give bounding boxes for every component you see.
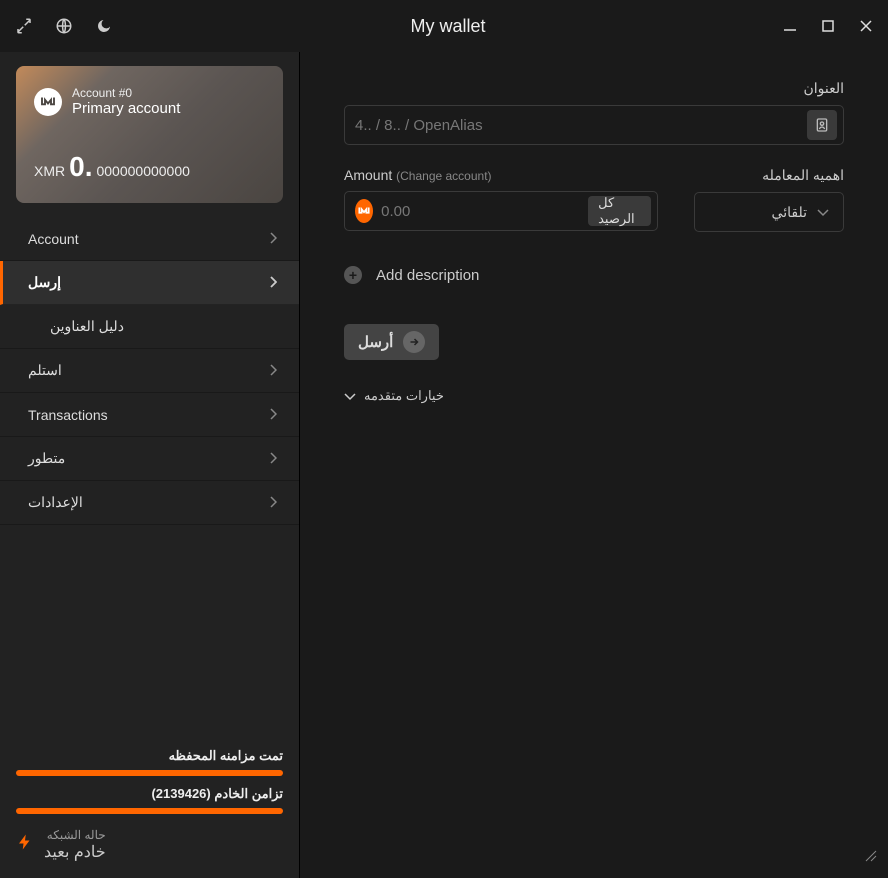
globe-icon[interactable]: [54, 16, 74, 36]
nav-send[interactable]: إرسل: [0, 261, 299, 305]
resize-grip-icon[interactable]: [864, 849, 878, 868]
lightning-icon: [16, 830, 34, 860]
sidebar-nav: Account إرسل دليل العناوين استلم: [0, 217, 299, 525]
network-value: خادم بعيد: [44, 842, 106, 862]
daemon-sync-label: تزامن الخادم (2139426): [16, 786, 283, 802]
account-subtitle: Account #0: [72, 86, 180, 100]
nav-receive[interactable]: استلم: [0, 349, 299, 393]
chevron-right-icon: [269, 495, 277, 511]
monero-logo-icon: [34, 88, 62, 116]
nav-label: إرسل: [28, 274, 61, 291]
priority-value: تلقائي: [772, 204, 807, 221]
balance-integer: 0.: [69, 151, 92, 183]
send-button-label: أرسل: [358, 333, 393, 351]
nav-settings[interactable]: الإعدادات: [0, 481, 299, 525]
chevron-right-icon: [269, 231, 277, 247]
titlebar: My wallet: [0, 0, 888, 52]
account-title: Primary account: [72, 100, 180, 117]
address-input[interactable]: [355, 117, 799, 134]
main-panel: العنوان Amount (Change account): [300, 52, 888, 878]
window-title: My wallet: [114, 16, 782, 37]
advanced-options-label: خيارات متقدمه: [364, 388, 444, 404]
plus-circle-icon: +: [344, 266, 362, 284]
balance-decimals: 000000000000: [96, 163, 189, 179]
nav-advanced[interactable]: متطور: [0, 437, 299, 481]
monero-icon: [355, 199, 373, 223]
send-button[interactable]: أرسل: [344, 324, 439, 360]
add-description-button[interactable]: + Add description: [344, 266, 844, 284]
amount-label: Amount (Change account): [344, 167, 658, 183]
chevron-right-icon: [269, 407, 277, 423]
priority-label: اهميه المعامله: [694, 167, 844, 184]
chevron-right-icon: [269, 363, 277, 379]
priority-select[interactable]: تلقائي: [694, 192, 844, 232]
amount-input-wrap: كل الرصيد: [344, 191, 658, 231]
address-label: العنوان: [344, 80, 844, 97]
nav-transactions[interactable]: Transactions: [0, 393, 299, 437]
nav-label: دليل العناوين: [50, 318, 124, 335]
address-input-wrap: [344, 105, 844, 145]
chevron-right-icon: [269, 275, 277, 291]
window-close-icon[interactable]: [858, 18, 874, 34]
change-account-link[interactable]: (Change account): [396, 169, 491, 183]
network-status[interactable]: حاله الشبكه خادم بعيد: [16, 828, 283, 862]
advanced-options-toggle[interactable]: خيارات متقدمه: [344, 388, 844, 404]
nav-account[interactable]: Account: [0, 217, 299, 261]
balance: XMR 0. 000000000000: [34, 151, 265, 183]
chevron-down-icon: [817, 204, 829, 220]
balance-currency: XMR: [34, 163, 65, 179]
lock-wallet-icon[interactable]: [14, 16, 34, 36]
chevron-down-icon: [344, 389, 356, 404]
wallet-sync-label: تمت مزامنه المحفظه: [16, 748, 283, 764]
sidebar-status: تمت مزامنه المحفظه تزامن الخادم (2139426…: [0, 738, 299, 878]
nav-label: الإعدادات: [28, 494, 83, 511]
wallet-sync-progress: [16, 770, 283, 776]
address-book-button[interactable]: [807, 110, 837, 140]
daemon-sync-progress: [16, 808, 283, 814]
network-label: حاله الشبكه: [44, 828, 106, 842]
nav-label: متطور: [28, 450, 65, 467]
window-maximize-icon[interactable]: [820, 18, 836, 34]
account-card[interactable]: Account #0 Primary account XMR 0. 000000…: [16, 66, 283, 203]
nav-label: Transactions: [28, 407, 108, 423]
window-minimize-icon[interactable]: [782, 18, 798, 34]
all-balance-button[interactable]: كل الرصيد: [588, 196, 650, 226]
arrow-right-icon: [403, 331, 425, 353]
add-description-label: Add description: [376, 267, 479, 284]
nav-address-book[interactable]: دليل العناوين: [0, 305, 299, 349]
nav-label: Account: [28, 231, 79, 247]
nav-label: استلم: [28, 362, 62, 379]
amount-input[interactable]: [381, 203, 580, 220]
chevron-right-icon: [269, 451, 277, 467]
theme-moon-icon[interactable]: [94, 16, 114, 36]
sidebar: Account #0 Primary account XMR 0. 000000…: [0, 52, 300, 878]
